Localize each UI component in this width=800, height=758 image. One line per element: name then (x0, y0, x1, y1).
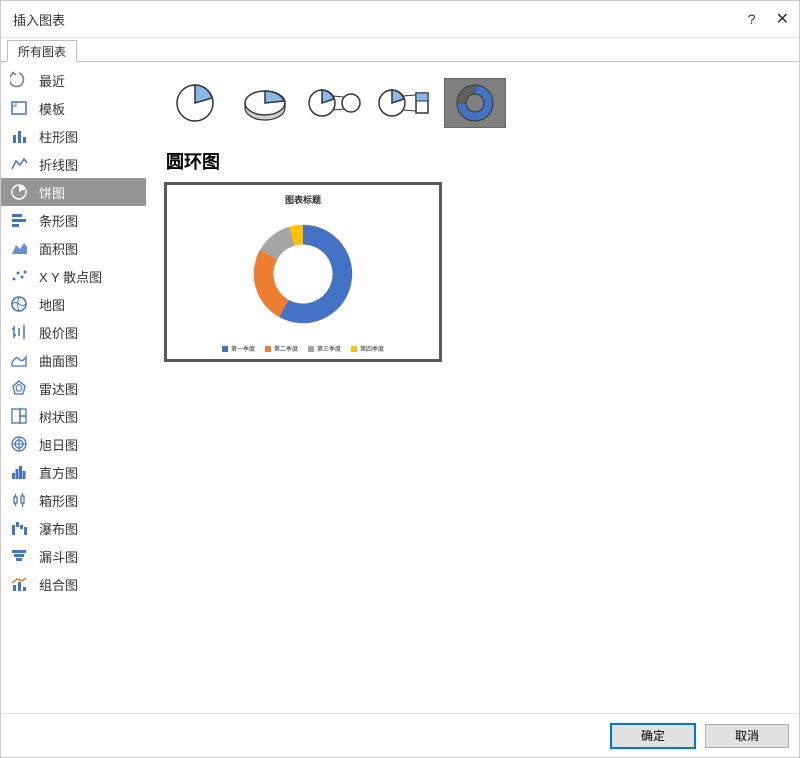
pie-of-pie-subtype-icon (306, 81, 364, 125)
sidebar-item-label: 箱形图 (39, 491, 78, 510)
sidebar-item-histogram[interactable]: 直方图 (1, 458, 146, 486)
legend-swatch-icon (265, 346, 271, 352)
scatter-icon (9, 266, 29, 286)
legend-item-q4: 第四季度 (351, 344, 384, 353)
chart-subtype-row (164, 72, 781, 134)
sidebar-item-label: 树状图 (39, 407, 78, 426)
box-icon (9, 490, 29, 510)
bar-of-pie-subtype-icon (376, 81, 434, 125)
subtype-pie-of-pie[interactable] (304, 78, 366, 128)
sidebar-item-area[interactable]: 面积图 (1, 234, 146, 262)
chart-category-sidebar: 最近 模板 柱形图 折线图 饼图 (1, 62, 146, 713)
legend-swatch-icon (222, 346, 228, 352)
titlebar: 插入图表 ? ✕ (1, 1, 799, 37)
sidebar-item-treemap[interactable]: 树状图 (1, 402, 146, 430)
main-pane: 圆环图 图表标题 (146, 62, 799, 713)
sidebar-item-pie[interactable]: 饼图 (1, 178, 146, 206)
waterfall-icon (9, 518, 29, 538)
sidebar-item-recent[interactable]: 最近 (1, 66, 146, 94)
chart-preview[interactable]: 图表标题 第一季度 (164, 182, 442, 362)
sidebar-item-label: 折线图 (39, 155, 78, 174)
sidebar-item-label: 饼图 (39, 183, 65, 202)
sidebar-item-waterfall[interactable]: 瀑布图 (1, 514, 146, 542)
sidebar-item-sunburst[interactable]: 旭日图 (1, 430, 146, 458)
line-icon (9, 154, 29, 174)
sidebar-item-stock[interactable]: 股价图 (1, 318, 146, 346)
window-controls: ? ✕ (748, 9, 789, 29)
recent-icon (9, 70, 29, 90)
sidebar-item-label: X Y 散点图 (39, 267, 102, 286)
column-icon (9, 126, 29, 146)
tabstrip: 所有图表 (1, 38, 799, 62)
stock-icon (9, 322, 29, 342)
legend-item-q2: 第二季度 (265, 344, 298, 353)
sidebar-item-label: 模板 (39, 99, 65, 118)
sidebar-item-label: 旭日图 (39, 435, 78, 454)
sidebar-item-label: 曲面图 (39, 351, 78, 370)
sidebar-item-label: 直方图 (39, 463, 78, 482)
map-icon (9, 294, 29, 314)
sidebar-item-templates[interactable]: 模板 (1, 94, 146, 122)
combo-icon (9, 574, 29, 594)
dialog-title: 插入图表 (13, 10, 65, 29)
sidebar-item-line[interactable]: 折线图 (1, 150, 146, 178)
sidebar-item-column[interactable]: 柱形图 (1, 122, 146, 150)
funnel-icon (9, 546, 29, 566)
radar-icon (9, 378, 29, 398)
subtype-pie[interactable] (164, 78, 226, 128)
treemap-icon (9, 406, 29, 426)
sidebar-item-bar[interactable]: 条形图 (1, 206, 146, 234)
sidebar-item-label: 漏斗图 (39, 547, 78, 566)
legend-swatch-icon (308, 346, 314, 352)
cancel-button[interactable]: 取消 (705, 724, 789, 748)
sidebar-item-scatter[interactable]: X Y 散点图 (1, 262, 146, 290)
sidebar-item-label: 瀑布图 (39, 519, 78, 538)
sidebar-item-map[interactable]: 地图 (1, 290, 146, 318)
sidebar-item-surface[interactable]: 曲面图 (1, 346, 146, 374)
sidebar-item-funnel[interactable]: 漏斗图 (1, 542, 146, 570)
sidebar-item-label: 雷达图 (39, 379, 78, 398)
sidebar-item-label: 地图 (39, 295, 65, 314)
sidebar-item-label: 组合图 (39, 575, 78, 594)
subtype-doughnut[interactable] (444, 78, 506, 128)
sidebar-item-radar[interactable]: 雷达图 (1, 374, 146, 402)
preview-heading: 圆环图 (166, 148, 781, 174)
sidebar-item-label: 股价图 (39, 323, 78, 342)
sidebar-item-label: 最近 (39, 71, 65, 90)
pie-icon (9, 182, 29, 202)
doughnut-chart-icon (238, 210, 368, 338)
bar-icon (9, 210, 29, 230)
chart-preview-title: 图表标题 (285, 193, 321, 206)
sidebar-item-box[interactable]: 箱形图 (1, 486, 146, 514)
chart-legend: 第一季度 第二季度 第三季度 第四季度 (222, 344, 384, 353)
sidebar-item-combo[interactable]: 组合图 (1, 570, 146, 598)
dialog-footer: 确定 取消 (1, 713, 799, 757)
close-button[interactable]: ✕ (776, 9, 789, 29)
sunburst-icon (9, 434, 29, 454)
histogram-icon (9, 462, 29, 482)
surface-icon (9, 350, 29, 370)
template-icon (9, 98, 29, 118)
dialog-body: 所有图表 最近 模板 柱形图 折线图 (1, 37, 799, 757)
subtype-pie-3d[interactable] (234, 78, 296, 128)
insert-chart-dialog: 插入图表 ? ✕ 所有图表 最近 模板 柱形图 (0, 0, 800, 758)
subtype-bar-of-pie[interactable] (374, 78, 436, 128)
sidebar-item-label: 面积图 (39, 239, 78, 258)
pie-3d-subtype-icon (240, 81, 290, 125)
tab-all-charts[interactable]: 所有图表 (7, 40, 77, 62)
pie-subtype-icon (170, 81, 220, 125)
legend-item-q3: 第三季度 (308, 344, 341, 353)
legend-item-q1: 第一季度 (222, 344, 255, 353)
ok-button[interactable]: 确定 (611, 724, 695, 748)
area-icon (9, 238, 29, 258)
sidebar-item-label: 柱形图 (39, 127, 78, 146)
content-area: 最近 模板 柱形图 折线图 饼图 (1, 62, 799, 713)
legend-swatch-icon (351, 346, 357, 352)
help-button[interactable]: ? (748, 11, 756, 27)
doughnut-subtype-icon (450, 81, 500, 125)
sidebar-item-label: 条形图 (39, 211, 78, 230)
